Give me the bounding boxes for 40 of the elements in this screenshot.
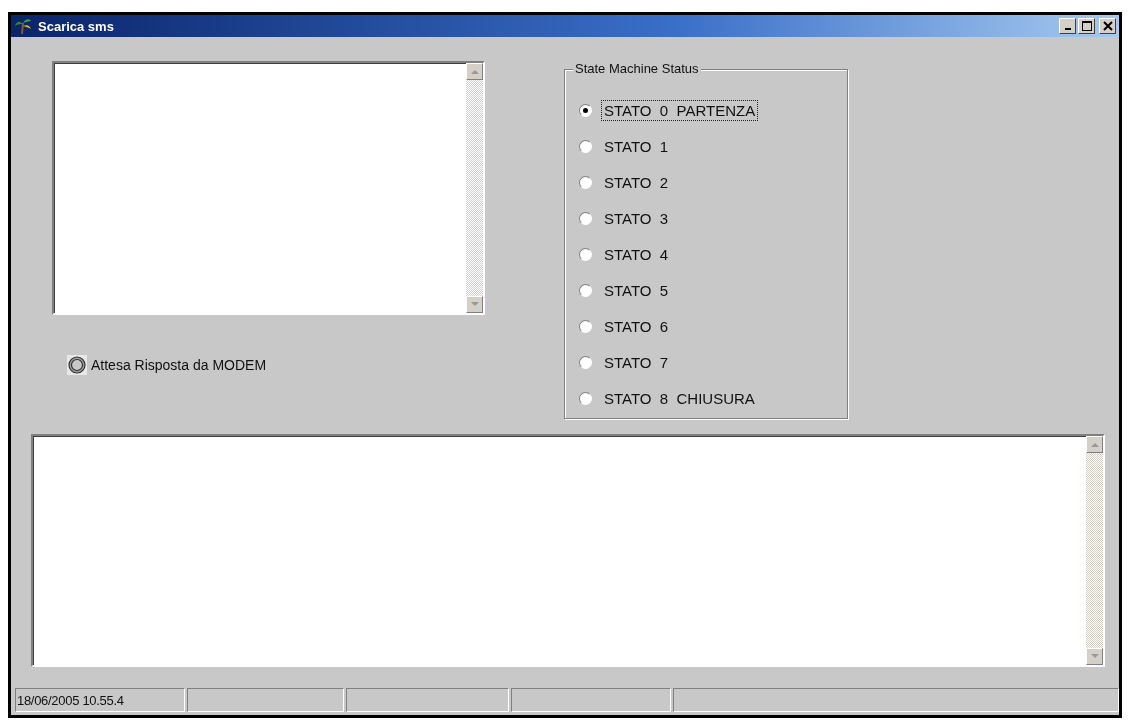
minimize-icon bbox=[1064, 28, 1071, 30]
minimize-button[interactable] bbox=[1059, 18, 1076, 34]
maximize-button[interactable] bbox=[1078, 18, 1095, 34]
up-arrow-icon bbox=[1090, 442, 1099, 447]
close-button[interactable] bbox=[1099, 18, 1116, 34]
radio-label: STATO 1 bbox=[603, 136, 670, 157]
radio-label: STATO 5 bbox=[603, 280, 670, 301]
radio-button[interactable] bbox=[579, 391, 592, 405]
scrollbar[interactable] bbox=[466, 63, 483, 313]
scroll-down-button[interactable] bbox=[1086, 648, 1103, 665]
down-arrow-icon bbox=[470, 302, 479, 307]
radio-label: STATO 0 PARTENZA bbox=[601, 99, 759, 121]
radio-label: STATO 6 bbox=[603, 316, 670, 337]
close-icon bbox=[1102, 21, 1113, 31]
scroll-up-button[interactable] bbox=[466, 63, 483, 80]
scroll-up-button[interactable] bbox=[1086, 436, 1103, 453]
radio-button[interactable] bbox=[579, 355, 592, 369]
scroll-down-button[interactable] bbox=[466, 296, 483, 313]
radio-label: STATO 3 bbox=[603, 208, 670, 229]
indicator-label: Attesa Risposta da MODEM bbox=[91, 357, 267, 373]
scrollbar[interactable] bbox=[1086, 436, 1103, 665]
radio-label: STATO 8 CHIUSURA bbox=[603, 388, 756, 409]
radio-button[interactable] bbox=[579, 247, 592, 261]
radio-button[interactable] bbox=[579, 283, 592, 297]
up-arrow-icon bbox=[470, 69, 479, 74]
radio-button[interactable] bbox=[579, 139, 592, 153]
radio-button[interactable] bbox=[579, 319, 592, 333]
lamp-icon bbox=[67, 355, 87, 375]
radio-label: STATO 4 bbox=[603, 244, 670, 265]
plant-icon bbox=[14, 17, 32, 35]
radio-label: STATO 7 bbox=[603, 352, 670, 373]
radio-label: STATO 2 bbox=[603, 172, 670, 193]
radio-button[interactable] bbox=[579, 211, 592, 225]
status-panel: 18/06/2005 10.55.4 bbox=[15, 688, 185, 712]
maximize-icon bbox=[1081, 21, 1092, 31]
radio-button[interactable] bbox=[579, 175, 592, 189]
down-arrow-icon bbox=[1090, 654, 1099, 659]
radio-button[interactable] bbox=[579, 103, 592, 117]
window-title: Scarica sms bbox=[38, 18, 114, 34]
group-title: State Machine Status bbox=[573, 61, 701, 76]
